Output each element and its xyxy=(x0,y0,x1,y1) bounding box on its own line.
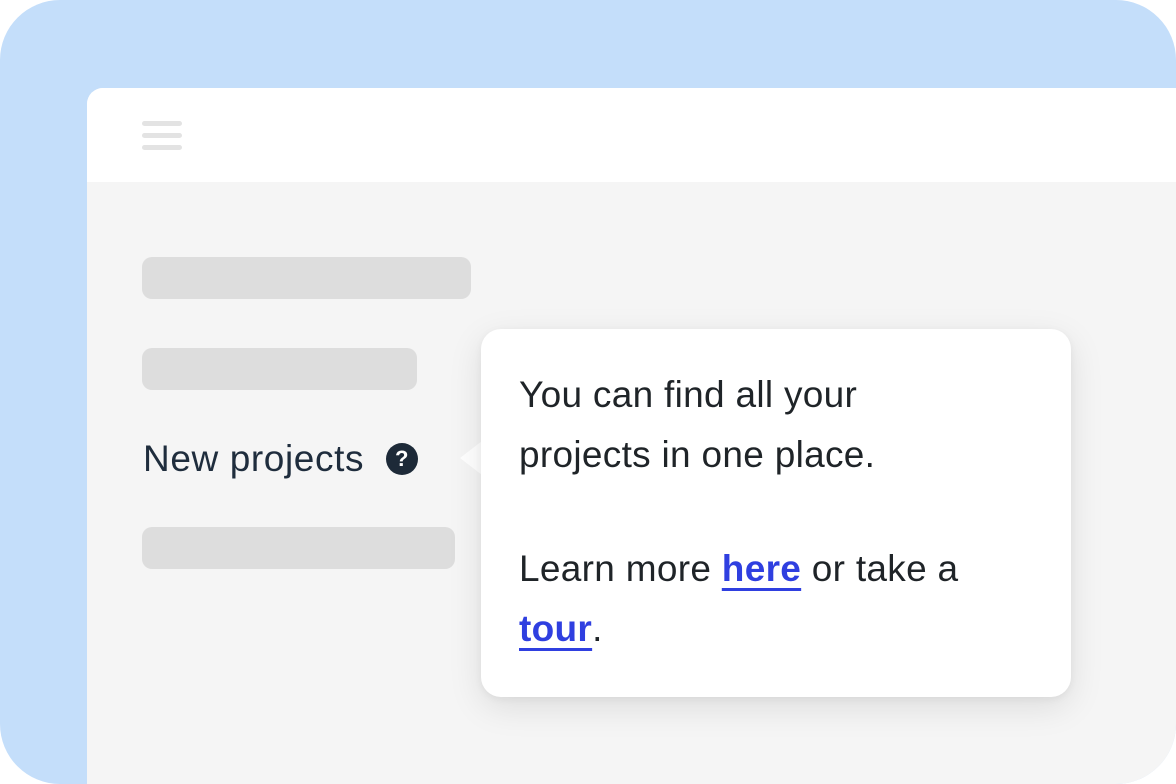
placeholder-bar xyxy=(142,527,455,569)
learn-more-text: Learn more xyxy=(519,548,722,589)
placeholder-bar xyxy=(142,348,417,390)
tooltip-learn-more: Learn more here or take a tour. xyxy=(519,539,1033,659)
nav-item-new-projects[interactable]: New projects ? xyxy=(143,437,419,481)
tooltip-pointer xyxy=(460,441,482,475)
nav-item-label: New projects xyxy=(143,438,365,479)
top-bar xyxy=(87,88,1176,182)
tooltip-popover: You can find all your projects in one pl… xyxy=(481,329,1071,697)
menu-line xyxy=(142,133,182,138)
illustration-frame: New projects ? You can find all your pro… xyxy=(0,0,1176,784)
help-icon[interactable]: ? xyxy=(386,443,419,475)
tooltip-description: You can find all your projects in one pl… xyxy=(519,365,1033,485)
hamburger-menu-icon[interactable] xyxy=(142,121,182,153)
take-a-text: or take a xyxy=(801,548,959,589)
tour-link[interactable]: tour xyxy=(519,608,592,649)
tooltip-line-1: You can find all your xyxy=(519,374,858,415)
menu-line xyxy=(142,121,182,126)
here-link[interactable]: here xyxy=(722,548,801,589)
tooltip-line-2: projects in one place. xyxy=(519,434,876,475)
placeholder-bar xyxy=(142,257,471,299)
menu-line xyxy=(142,145,182,150)
period-text: . xyxy=(592,608,603,649)
